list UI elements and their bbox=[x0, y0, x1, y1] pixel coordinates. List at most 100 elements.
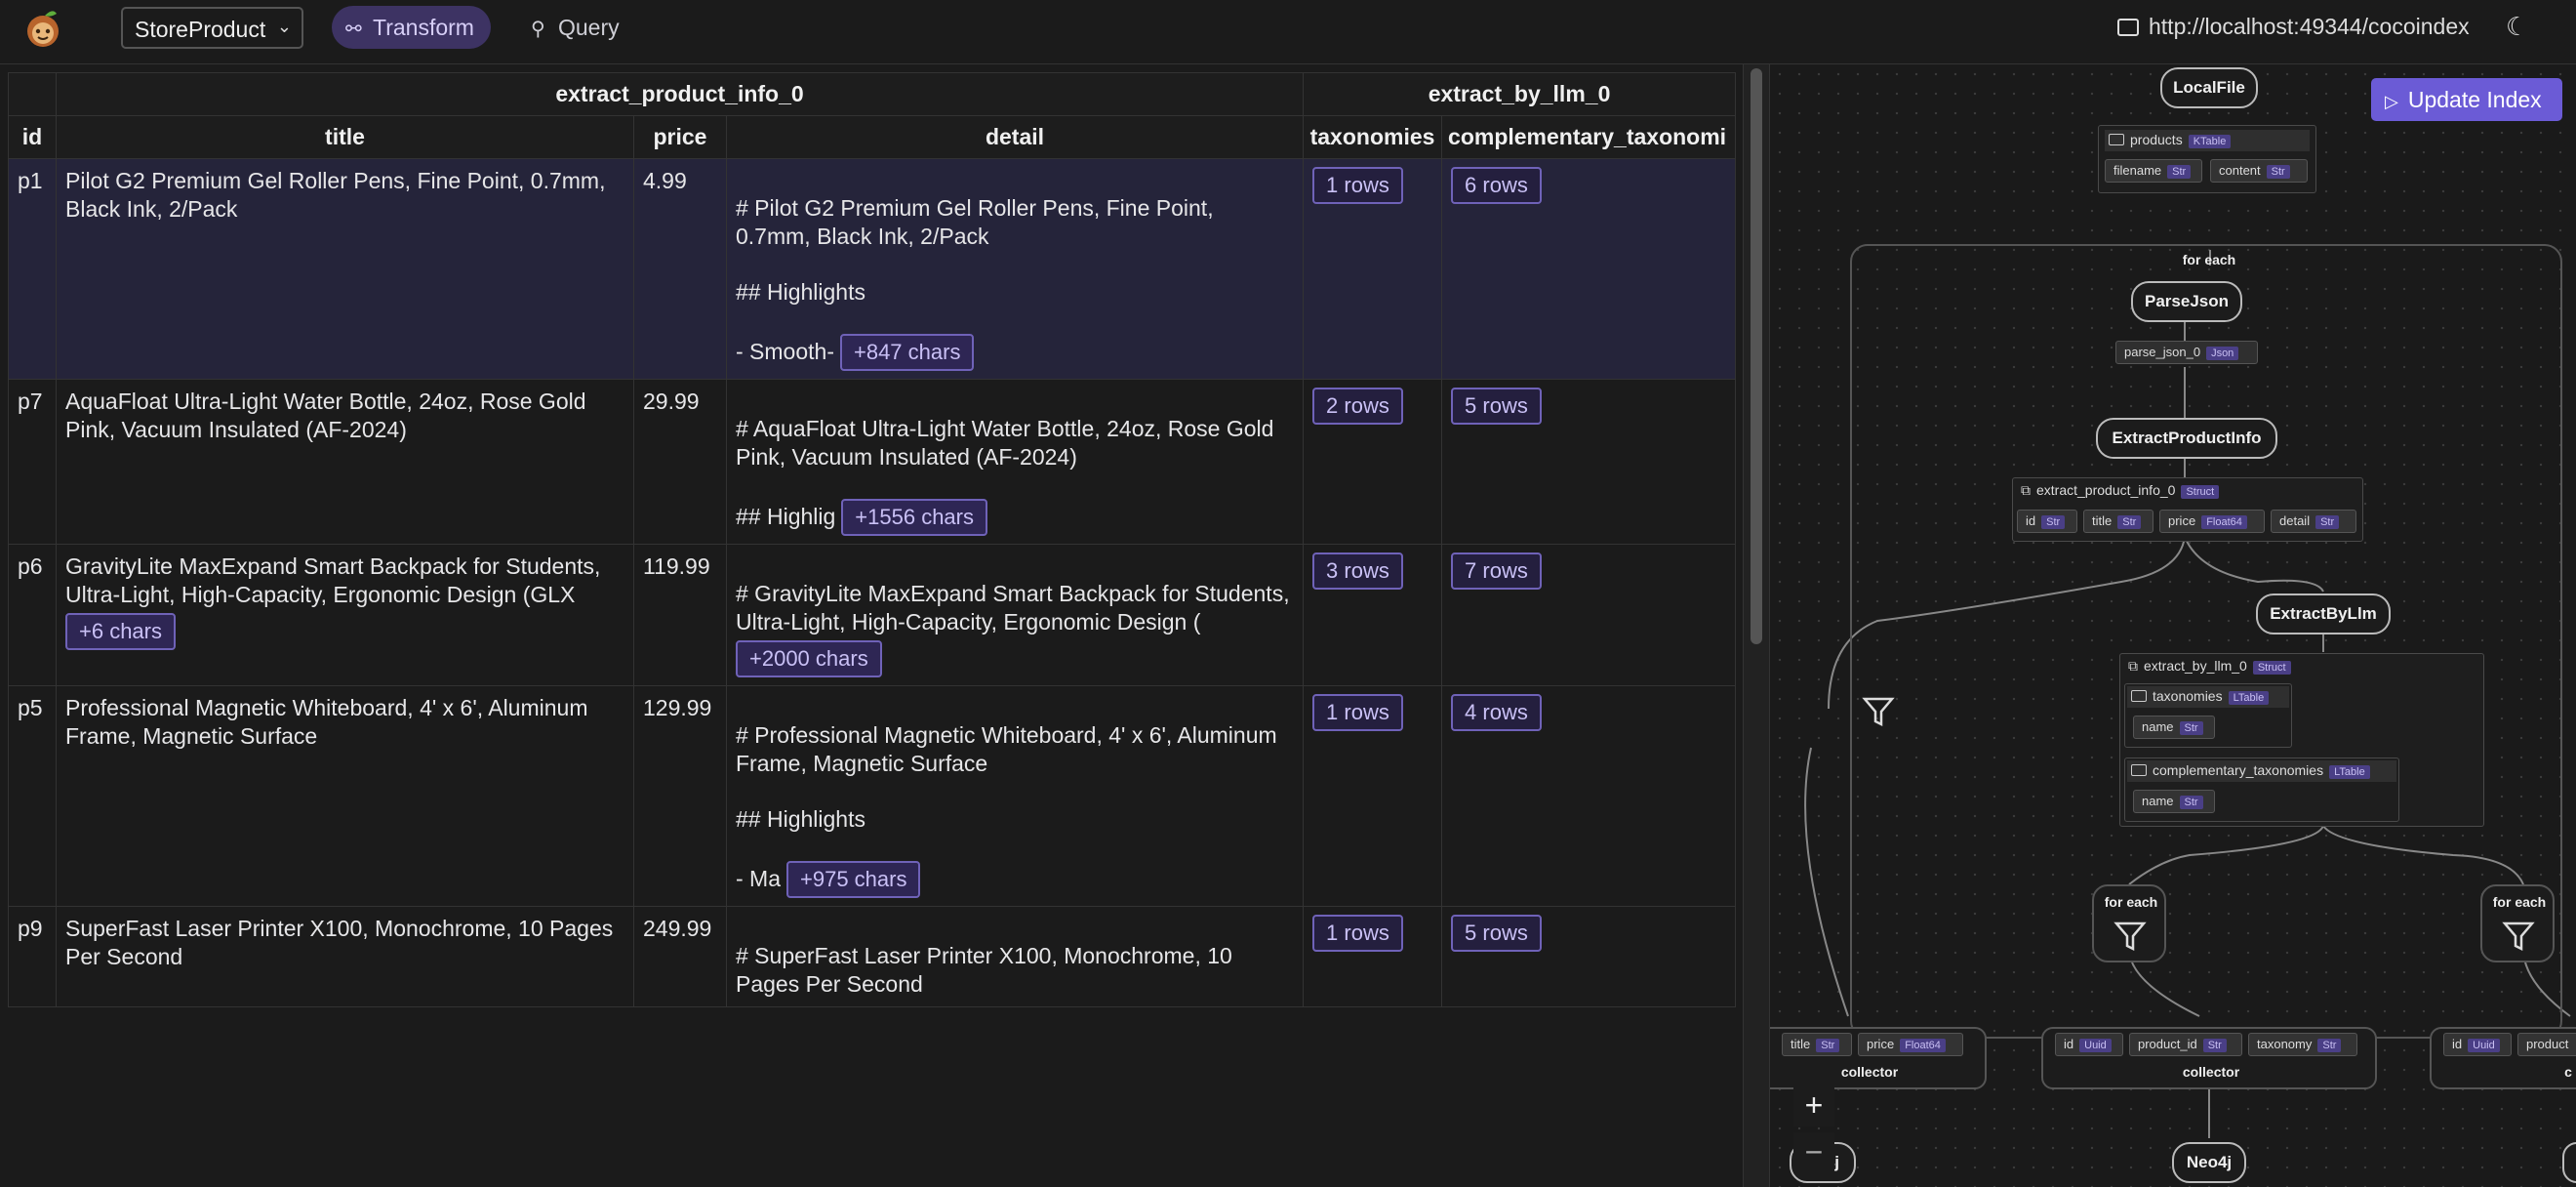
cell-taxonomies: 3 rows bbox=[1303, 544, 1443, 686]
cell-id: p5 bbox=[8, 685, 57, 907]
column-header-taxonomies[interactable]: taxonomies bbox=[1303, 115, 1443, 159]
taxonomies-rows-button[interactable]: 3 rows bbox=[1312, 553, 1403, 590]
field-price: price Float64 bbox=[2159, 510, 2265, 533]
cell-title: SuperFast Laser Printer X100, Monochrome… bbox=[56, 906, 634, 1007]
for-each-taxonomies: for each bbox=[2092, 884, 2166, 962]
cell-id: p6 bbox=[8, 544, 57, 686]
expand-chars-button[interactable]: +1556 chars bbox=[841, 499, 987, 536]
detail-text: # Pilot G2 Premium Gel Roller Pens, Fine… bbox=[736, 195, 1214, 249]
field-detail: detail Str bbox=[2271, 510, 2356, 533]
column-header-detail[interactable]: detail bbox=[725, 115, 1305, 159]
cocoindex-logo bbox=[27, 11, 59, 47]
schema-products-type: KTable bbox=[2188, 135, 2232, 148]
cell-complementary-taxonomies: 5 rows bbox=[1441, 379, 1737, 545]
table-icon bbox=[2131, 690, 2147, 702]
tab-transform[interactable]: ⚯ Transform bbox=[332, 6, 491, 49]
field-id: id Uuid bbox=[2443, 1033, 2512, 1056]
cell-title: GravityLite MaxExpand Smart Backpack for… bbox=[56, 544, 634, 686]
title-text: SuperFast Laser Printer X100, Monochrome… bbox=[65, 916, 614, 969]
plus-icon: + bbox=[1804, 1087, 1824, 1123]
flow-graph-pane[interactable]: ▷ Update Index LocalFile products KTable f… bbox=[1770, 64, 2576, 1187]
taxonomies-rows-button[interactable]: 1 rows bbox=[1312, 167, 1403, 204]
update-index-label: Update Index bbox=[2407, 87, 2542, 112]
detail-text: - Smooth- bbox=[736, 339, 834, 364]
taxonomies-rows-button[interactable]: 1 rows bbox=[1312, 915, 1403, 952]
column-header-id[interactable]: id bbox=[8, 115, 57, 159]
expand-chars-button[interactable]: +6 chars bbox=[65, 613, 176, 650]
node-parsejson-label: ParseJson bbox=[2145, 292, 2229, 310]
server-url[interactable]: http://localhost:49344/cocoindex bbox=[2117, 14, 2470, 40]
zoom-out-button[interactable]: − bbox=[1793, 1132, 1834, 1173]
cell-title: AquaFloat Ultra-Light Water Bottle, 24oz… bbox=[56, 379, 634, 545]
expand-chars-button[interactable]: +975 chars bbox=[786, 861, 921, 898]
cell-taxonomies: 2 rows bbox=[1303, 379, 1443, 545]
cell-price: 29.99 bbox=[633, 379, 727, 545]
dark-mode-toggle[interactable]: ☾ bbox=[2506, 12, 2528, 42]
struct-icon: ⧉ bbox=[2128, 658, 2138, 674]
complementary-rows-button[interactable]: 4 rows bbox=[1451, 694, 1542, 731]
schema-extract-product-info: ⧉ extract_product_info_0 Struct id Str titl… bbox=[2012, 477, 2363, 542]
node-neo4j-right[interactable] bbox=[2562, 1142, 2576, 1183]
table-row[interactable]: p9 SuperFast Laser Printer X100, Monochro… bbox=[8, 906, 1737, 1007]
struct-icon: ⧉ bbox=[2021, 482, 2031, 498]
node-extractbyllm[interactable]: ExtractByLlm bbox=[2256, 594, 2391, 634]
flow-select[interactable]: StoreProduct ⌄ bbox=[121, 7, 303, 49]
detail-text: # SuperFast Laser Printer X100, Monochro… bbox=[736, 943, 1232, 997]
complementary-rows-button[interactable]: 5 rows bbox=[1451, 915, 1542, 952]
taxonomies-rows-button[interactable]: 1 rows bbox=[1312, 694, 1403, 731]
table-row[interactable]: p6 GravityLite MaxExpand Smart Backpack f… bbox=[8, 544, 1737, 686]
detail-text: - Ma bbox=[736, 866, 781, 891]
expand-chars-button[interactable]: +2000 chars bbox=[736, 640, 882, 677]
node-neo4j-center[interactable]: Neo4j bbox=[2172, 1142, 2246, 1183]
cell-complementary-taxonomies: 5 rows bbox=[1441, 906, 1737, 1007]
for-each-label: for each bbox=[2182, 252, 2236, 267]
column-header-price[interactable]: price bbox=[633, 115, 727, 159]
node-localfile[interactable]: LocalFile bbox=[2160, 67, 2258, 108]
taxonomies-rows-button[interactable]: 2 rows bbox=[1312, 388, 1403, 425]
cell-detail: # AquaFloat Ultra-Light Water Bottle, 24… bbox=[725, 379, 1305, 545]
complementary-rows-button[interactable]: 5 rows bbox=[1451, 388, 1542, 425]
table-row[interactable]: p5 Professional Magnetic Whiteboard, 4' x… bbox=[8, 685, 1737, 907]
node-neo4j-center-label: Neo4j bbox=[2186, 1153, 2233, 1171]
node-extractproductinfo[interactable]: ExtractProductInfo bbox=[2096, 418, 2277, 459]
collector-label: collector bbox=[2182, 1064, 2240, 1080]
tab-transform-label: Transform bbox=[373, 15, 474, 40]
column-header-complementary-taxonomies[interactable]: complementary_taxonomi bbox=[1441, 115, 1737, 159]
detail-text: # AquaFloat Ultra-Light Water Bottle, 24… bbox=[736, 416, 1274, 470]
table-icon bbox=[2109, 134, 2124, 145]
collector-right: id Uuid product c bbox=[2430, 1027, 2576, 1089]
filter-icon bbox=[1862, 697, 1895, 727]
cell-taxonomies: 1 rows bbox=[1303, 906, 1443, 1007]
cell-complementary-taxonomies: 6 rows bbox=[1441, 158, 1737, 380]
cell-taxonomies: 1 rows bbox=[1303, 685, 1443, 907]
cell-id: p9 bbox=[8, 906, 57, 1007]
field-product-id: product_id Str bbox=[2129, 1033, 2242, 1056]
scrollbar-thumb[interactable] bbox=[1751, 68, 1762, 644]
complementary-rows-button[interactable]: 7 rows bbox=[1451, 553, 1542, 590]
update-index-button[interactable]: ▷ Update Index bbox=[2371, 78, 2562, 121]
node-parsejson[interactable]: ParseJson bbox=[2131, 281, 2242, 322]
expand-chars-button[interactable]: +847 chars bbox=[839, 334, 975, 371]
column-header-title[interactable]: title bbox=[56, 115, 634, 159]
title-text: Professional Magnetic Whiteboard, 4' x 6… bbox=[65, 695, 588, 749]
data-table-pane: extract_product_info_0 extract_by_llm_0 … bbox=[0, 64, 1747, 1187]
field-id: id Uuid bbox=[2055, 1033, 2123, 1056]
detail-text: ## Highlights bbox=[736, 279, 865, 305]
table-scrollbar[interactable] bbox=[1743, 64, 1770, 1187]
title-text: GravityLite MaxExpand Smart Backpack for… bbox=[65, 553, 601, 607]
complementary-rows-button[interactable]: 6 rows bbox=[1451, 167, 1542, 204]
cell-title: Pilot G2 Premium Gel Roller Pens, Fine P… bbox=[56, 158, 634, 380]
cell-id: p1 bbox=[8, 158, 57, 380]
moon-icon: ☾ bbox=[2506, 12, 2529, 41]
table-row[interactable]: p1 Pilot G2 Premium Gel Roller Pens, Fine… bbox=[8, 158, 1737, 380]
search-icon: ⚲ bbox=[531, 19, 545, 40]
field-product: product bbox=[2517, 1033, 2576, 1056]
field-title: title Str bbox=[2083, 510, 2153, 533]
flow-select-value: StoreProduct bbox=[135, 17, 266, 42]
schema-parse-json: parse_json_0 Json bbox=[2115, 341, 2258, 364]
table-row[interactable]: p7 AquaFloat Ultra-Light Water Bottle, 24… bbox=[8, 379, 1737, 545]
zoom-in-button[interactable]: + bbox=[1793, 1085, 1834, 1126]
tab-query[interactable]: ⚲ Query bbox=[517, 6, 644, 49]
node-localfile-label: LocalFile bbox=[2173, 78, 2245, 97]
collector-left: title Str price Float64 collector bbox=[1770, 1027, 1987, 1089]
